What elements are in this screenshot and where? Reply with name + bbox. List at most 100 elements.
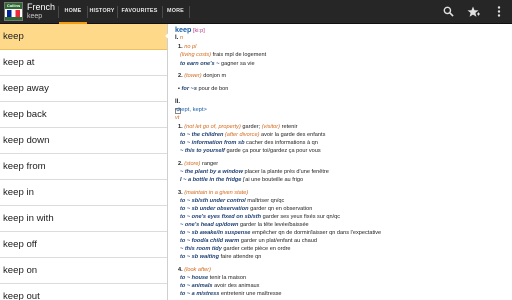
example: ~ this to yourself [180, 148, 225, 154]
example: to ~ a mistress [180, 291, 220, 297]
translation: placer la plante près d'une fenêtre [244, 169, 329, 175]
dictionary-entry[interactable]: keep [kiːp] I. n 1. no pl (living costs)… [168, 24, 512, 300]
example-line: to ~ sb/sth under control maîtriser qn/q… [180, 198, 284, 205]
logo-band [5, 17, 22, 20]
example-line: to ~ sb under observation garder qn en o… [180, 206, 312, 213]
word-list-item[interactable]: keep in with [0, 206, 167, 232]
word-list[interactable]: keep keep at keep away keep back keep do… [0, 24, 167, 300]
translation: tenir la maison [209, 275, 247, 281]
translation: pour de bon [198, 86, 229, 92]
action-bar: Collins French keep HOME HISTORY FAVOURI… [0, 0, 512, 24]
gloss: (look after) [184, 267, 211, 273]
app-logo[interactable]: Collins [4, 2, 23, 21]
word-list-item[interactable]: keep on [0, 258, 167, 284]
word-list-item[interactable]: keep back [0, 102, 167, 128]
current-word: keep [27, 13, 43, 20]
word-list-item[interactable]: keep out [0, 284, 167, 300]
word-list-item[interactable]: keep at [0, 50, 167, 76]
verb-forms: <kept, kept> [175, 107, 207, 113]
example: for ~s [181, 86, 197, 92]
sense-1-1: 1. no pl [178, 44, 196, 51]
sense-1-2: 2. (tower) donjon m [178, 73, 226, 80]
translation: empêcher qn de dormir/laisser qn dans l'… [251, 230, 382, 236]
overflow-menu-icon[interactable] [492, 4, 506, 19]
example-line: to ~ one's eyes fixed on sb/sth garder s… [180, 214, 340, 221]
word-list-item[interactable]: keep away [0, 76, 167, 102]
translation: donjon m [203, 73, 227, 79]
example: to earn one's ~ [180, 61, 220, 67]
word-list-item[interactable]: keep down [0, 128, 167, 154]
example: to ~ information from sb [180, 140, 245, 146]
example: ~ one's head up/down [180, 222, 239, 228]
example-line: to ~ animals avoir des animaux [180, 283, 259, 290]
example: to ~ animals [180, 283, 213, 289]
translation-line: (living costs) frais mpl de logement [180, 52, 266, 59]
translation: garder cette pièce en ordre [223, 246, 291, 252]
translation: maîtriser qn/qc [247, 198, 285, 204]
bullet-icon: ▪ [178, 86, 180, 92]
translation: garder un plat/enfant au chaud [240, 238, 317, 244]
favourite-star-icon[interactable] [466, 4, 480, 19]
logo-text: Collins [5, 3, 22, 9]
sense-number: 2. [178, 73, 183, 79]
example: ~ this room tidy [180, 246, 222, 252]
gloss: (tower) [184, 73, 202, 79]
example-line: ~ one's head up/down garder la tête levé… [180, 222, 309, 229]
translation: garde ça pour toi/gardez ça pour vous [226, 148, 321, 154]
tab-history[interactable]: HISTORY [88, 0, 116, 24]
sense-number: 1. [178, 124, 183, 130]
example: to ~ sb awake/in suspense [180, 230, 251, 236]
gloss: no pl [184, 44, 197, 50]
gloss: (not let go of, property) [184, 124, 241, 130]
sense-2-1: 1. (not let go of, property) garder; (vi… [178, 124, 297, 131]
tab-favourites[interactable]: FAVOURITES [118, 0, 161, 24]
translation: garder qn en observation [250, 206, 313, 212]
pronunciation: [kiːp] [192, 28, 205, 34]
example: ~ the plant by a window [180, 169, 243, 175]
example-line: to ~ the children (after divorce) avoir … [180, 132, 325, 139]
tab-home[interactable]: HOME [59, 0, 87, 24]
section-number: II. [175, 99, 181, 105]
example: to ~ food/a child warm [180, 238, 240, 244]
part-of-speech: n [179, 35, 184, 41]
part-of-speech: vt [175, 115, 180, 121]
example-line: to ~ information from sb cacher des info… [180, 140, 318, 147]
example: to ~ one's eyes fixed on sb/sth [180, 214, 262, 220]
word-list-item[interactable]: keep from [0, 154, 167, 180]
search-icon[interactable] [441, 4, 455, 19]
gloss: (after divorce) [224, 132, 260, 138]
word-list-item[interactable]: keep off [0, 232, 167, 258]
section-2-header: II. [175, 99, 180, 106]
example-line: to ~ sb waiting faire attendre qn [180, 254, 261, 261]
translation: garder; [242, 124, 261, 130]
translation: retenir [281, 124, 298, 130]
gloss: (store) [184, 161, 201, 167]
gloss: (living costs) [180, 52, 212, 58]
example-line: to ~ sb awake/in suspense empêcher qn de… [180, 230, 381, 237]
translation: entretenir une maîtresse [220, 291, 282, 297]
word-list-item[interactable]: keep in [0, 180, 167, 206]
example-line: ~ this to yourself garde ça pour toi/gar… [180, 148, 321, 155]
translation: j'ai une bouteille au frigo [242, 177, 304, 183]
verb-forms-line: <kept, kept> [175, 107, 207, 114]
example: I ~ [180, 177, 187, 183]
translation: gagner sa vie [220, 61, 255, 67]
example: to ~ house [180, 275, 209, 281]
gloss: (visitor) [261, 124, 281, 130]
section-number: I. [175, 35, 179, 41]
translation: frais mpl de logement [212, 52, 267, 58]
tab-more[interactable]: MORE [163, 0, 188, 24]
translation: cacher des informations à qn [246, 140, 318, 146]
translation: ranger [201, 161, 219, 167]
translation: avoir des animaux [214, 283, 260, 289]
translation: garder ses yeux fixés sur qn/qc [262, 214, 341, 220]
sense-number: 3. [178, 190, 183, 196]
example-line: to ~ a mistress entretenir une maîtresse [180, 291, 282, 298]
example: to ~ sb under observation [180, 206, 249, 212]
example-line: to ~ house tenir la maison [180, 275, 246, 282]
example-line: to earn one's ~ gagner sa vie [180, 61, 255, 68]
word-list-item-selected[interactable]: keep [0, 24, 167, 50]
translation: faire attendre qn [220, 254, 262, 260]
example-line: I ~ a bottle in the fridge j'ai une bout… [180, 177, 303, 184]
translation: avoir la garde des enfants [261, 132, 326, 138]
